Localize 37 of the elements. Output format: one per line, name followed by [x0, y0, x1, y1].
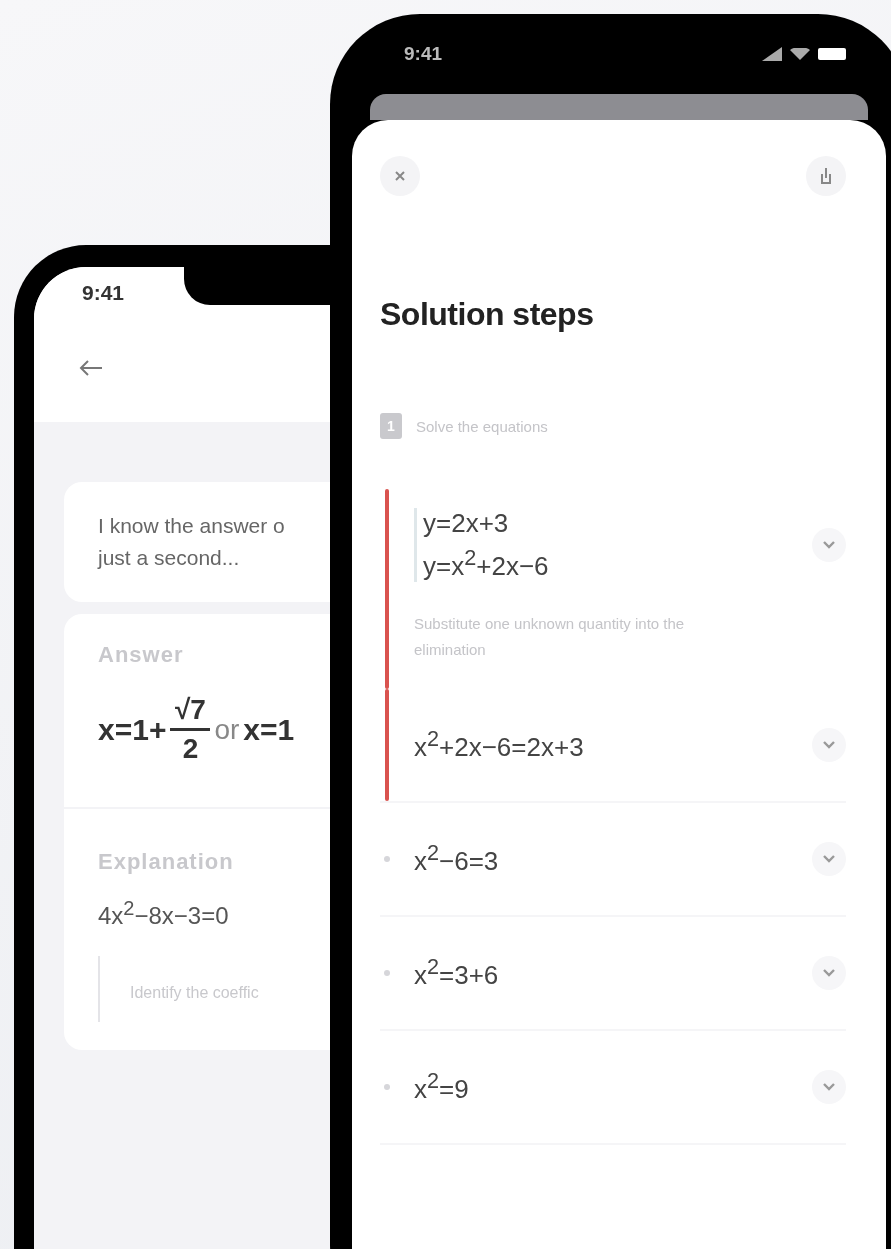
wifi-icon — [790, 48, 810, 60]
back-arrow-icon — [78, 358, 104, 378]
formula-text: x=1 — [243, 712, 295, 747]
chevron-down-icon — [822, 854, 836, 864]
or-text: or — [214, 713, 240, 746]
chevron-down-icon — [822, 968, 836, 978]
expand-button[interactable] — [812, 728, 846, 762]
chevron-down-icon — [822, 740, 836, 750]
battery-icon — [818, 48, 846, 60]
message-text: I know the answer o just a second... — [98, 513, 286, 571]
share-icon — [818, 166, 834, 186]
chevron-down-icon — [822, 540, 836, 550]
signal-icon — [762, 47, 782, 61]
step-title: Solve the equations — [416, 417, 548, 435]
share-button[interactable] — [806, 156, 846, 196]
expand-button[interactable] — [812, 1070, 846, 1104]
status-time: 9:41 — [82, 281, 125, 305]
equation-text: y=2x+3 — [423, 508, 509, 539]
equation-text: 4x$^{2}$−8x−3=0 — [98, 902, 229, 929]
expand-button[interactable] — [812, 956, 846, 990]
expand-button[interactable] — [812, 842, 846, 876]
expand-button[interactable] — [812, 528, 846, 562]
formula-text: x=1+ — [98, 712, 167, 747]
equation-text: y=x$^{2}$+2x−6 — [423, 550, 549, 581]
status-time: 9:41 — [404, 43, 443, 65]
equation-text: x$^{2}$+2x−6=2x+3 — [414, 732, 584, 763]
close-button[interactable] — [380, 156, 420, 196]
chevron-down-icon — [822, 1082, 836, 1092]
page-title: Solution steps — [380, 296, 595, 333]
equation-text: x$^{2}$=3+6 — [414, 960, 499, 991]
fraction-bar — [170, 728, 211, 731]
equation-text: x$^{2}$−6=3 — [414, 846, 499, 877]
step-note: Substitute one unknown quantity into the elimination — [414, 614, 686, 660]
close-icon — [394, 170, 406, 182]
numerator-text: √7 — [174, 693, 206, 727]
equation-text: x$^{2}$=9 — [414, 1074, 469, 1105]
denominator-text: 2 — [182, 732, 199, 766]
